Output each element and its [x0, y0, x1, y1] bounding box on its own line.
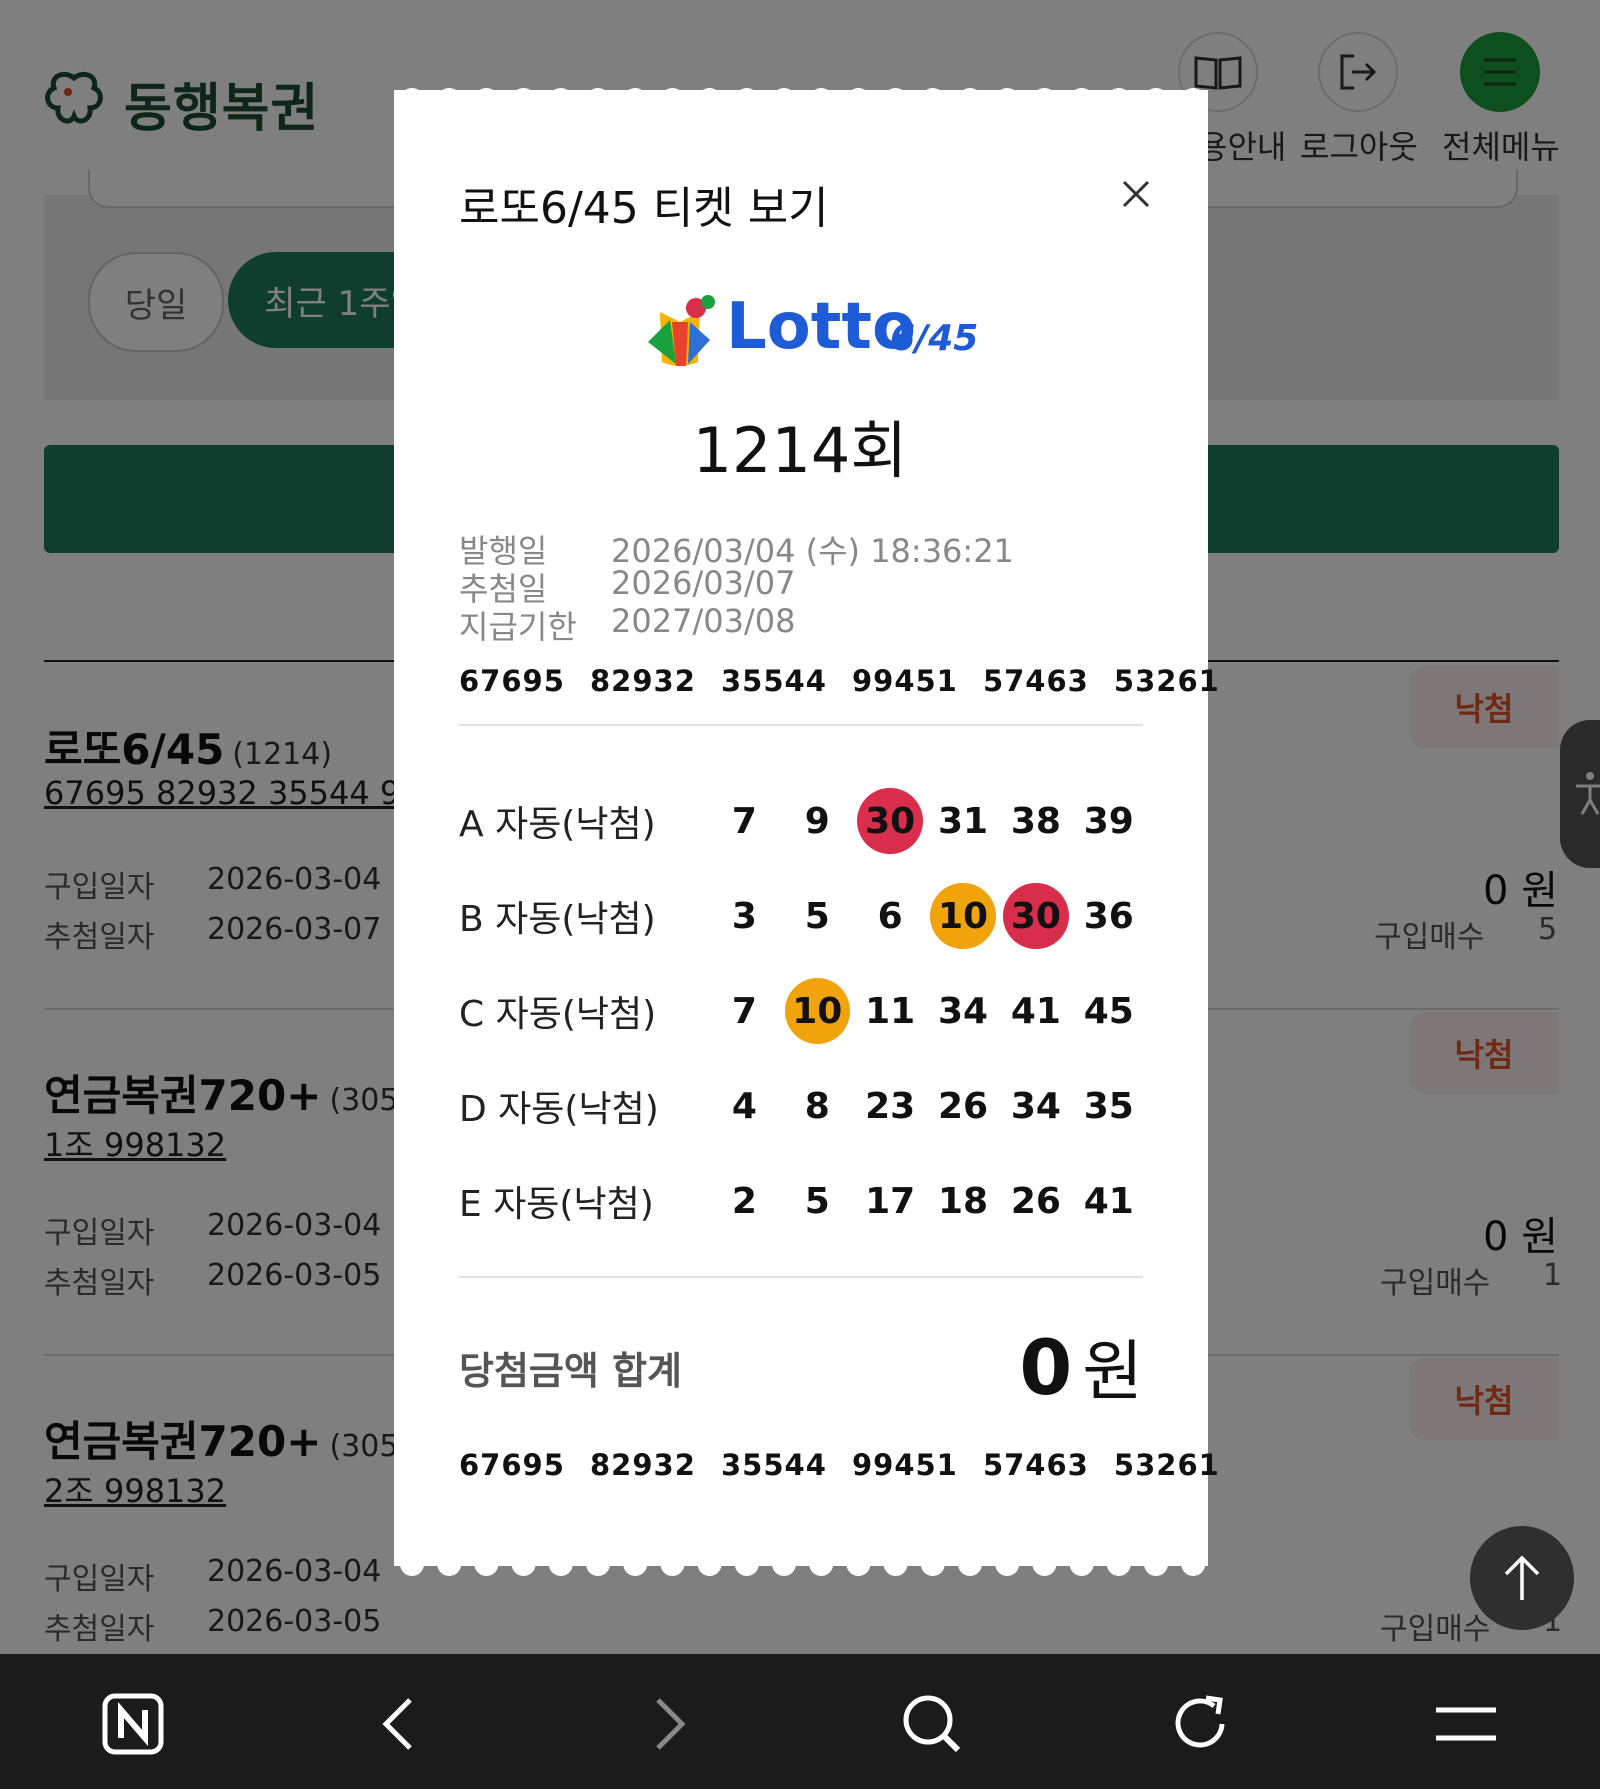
game-label: C 자동(낙첨) [459, 994, 657, 1035]
close-icon[interactable] [1114, 172, 1158, 216]
game-row: E 자동(낙첨) 2 5 17 18 26 41 [459, 1166, 1149, 1236]
lotto-number: 6 [877, 895, 903, 937]
lotto-number: 36 [1083, 895, 1134, 937]
matched-number-ball: 30 [857, 788, 923, 854]
arrow-up-icon [1504, 1555, 1540, 1600]
game-row: D 자동(낙첨) 4 8 23 26 34 35 [459, 1071, 1149, 1141]
expiry-date-value: 2027/03/08 [611, 602, 796, 640]
game-row: A 자동(낙첨) 7 9 30 31 38 39 [459, 786, 1149, 856]
back-icon[interactable] [368, 1692, 432, 1756]
naver-home-icon[interactable] [101, 1692, 165, 1756]
total-prize-label: 당첨금액 합계 [459, 1349, 682, 1393]
lotto-number: 7 [731, 990, 757, 1032]
matched-number-ball: 10 [784, 978, 850, 1044]
lotto-number: 26 [1010, 1180, 1061, 1222]
expiry-date-label: 지급기한 [459, 608, 577, 646]
menu-icon[interactable] [1434, 1692, 1498, 1756]
lotto-number: 31 [937, 800, 989, 842]
total-prize-amount: 0원 [900, 1318, 1143, 1414]
matched-number-ball: 30 [1003, 883, 1069, 949]
lotto-number: 41 [1083, 1180, 1134, 1222]
lotto-number: 45 [1083, 990, 1134, 1032]
game-label: B 자동(낙첨) [459, 899, 656, 940]
game-row: B 자동(낙첨) 3 5 6 10 30 36 [459, 881, 1149, 951]
forward-icon[interactable] [636, 1692, 700, 1756]
lotto-number: 2 [731, 1180, 757, 1222]
ticket-bottom-edge [394, 1548, 1208, 1576]
lotto-number: 7 [731, 800, 757, 842]
lotto-number: 5 [804, 1180, 830, 1222]
game-label: A 자동(낙첨) [459, 804, 656, 845]
total-prize-value: 0 [1019, 1323, 1073, 1412]
lotto-number: 34 [937, 990, 989, 1032]
total-prize-unit: 원 [1082, 1333, 1143, 1410]
lotto-number: 34 [1010, 1085, 1061, 1127]
lotto-bag-icon [648, 295, 715, 366]
lotto-number: 5 [804, 895, 830, 937]
lotto-number: 18 [937, 1180, 989, 1222]
lotto-number: 38 [1010, 800, 1061, 842]
modal-divider [459, 724, 1143, 726]
lotto-number: 8 [804, 1085, 830, 1127]
expiry-date-row: 지급기한 2027/03/08 [459, 602, 795, 648]
lotto-number: 9 [804, 800, 830, 842]
lotto-number: 3 [731, 895, 757, 937]
game-label: D 자동(낙첨) [459, 1089, 659, 1130]
browser-toolbar [0, 1654, 1600, 1789]
lotto-number: 23 [865, 1085, 916, 1127]
ticket-serial-bottom: 67695 82932 35544 99451 57463 53261 [459, 1448, 1220, 1482]
lotto-logo: Lotto 6/45 [640, 290, 978, 372]
lotto-number: 11 [865, 990, 916, 1032]
lotto-number: 39 [1083, 800, 1134, 842]
lotto-number: 4 [731, 1085, 757, 1127]
lotto-number: 35 [1083, 1085, 1134, 1127]
draw-round: 1214회 [692, 414, 908, 487]
search-icon[interactable] [900, 1692, 964, 1756]
ticket-serial: 67695 82932 35544 99451 57463 53261 [459, 664, 1220, 698]
game-label: E 자동(낙첨) [459, 1184, 654, 1225]
scroll-top-button[interactable] [1470, 1526, 1574, 1630]
lotto-logo-sub: 6/45 [890, 318, 979, 359]
modal-divider [459, 1276, 1143, 1278]
lotto-number: 41 [1010, 990, 1061, 1032]
lotto-number: 26 [937, 1085, 989, 1127]
lotto-logo-text: Lotto [726, 290, 916, 364]
refresh-icon[interactable] [1168, 1692, 1232, 1756]
game-row: C 자동(낙첨) 7 10 11 34 41 45 [459, 976, 1149, 1046]
matched-number-ball: 10 [930, 883, 996, 949]
lotto-number: 17 [865, 1180, 916, 1222]
modal-title: 로또6/45 티켓 보기 [459, 183, 829, 234]
